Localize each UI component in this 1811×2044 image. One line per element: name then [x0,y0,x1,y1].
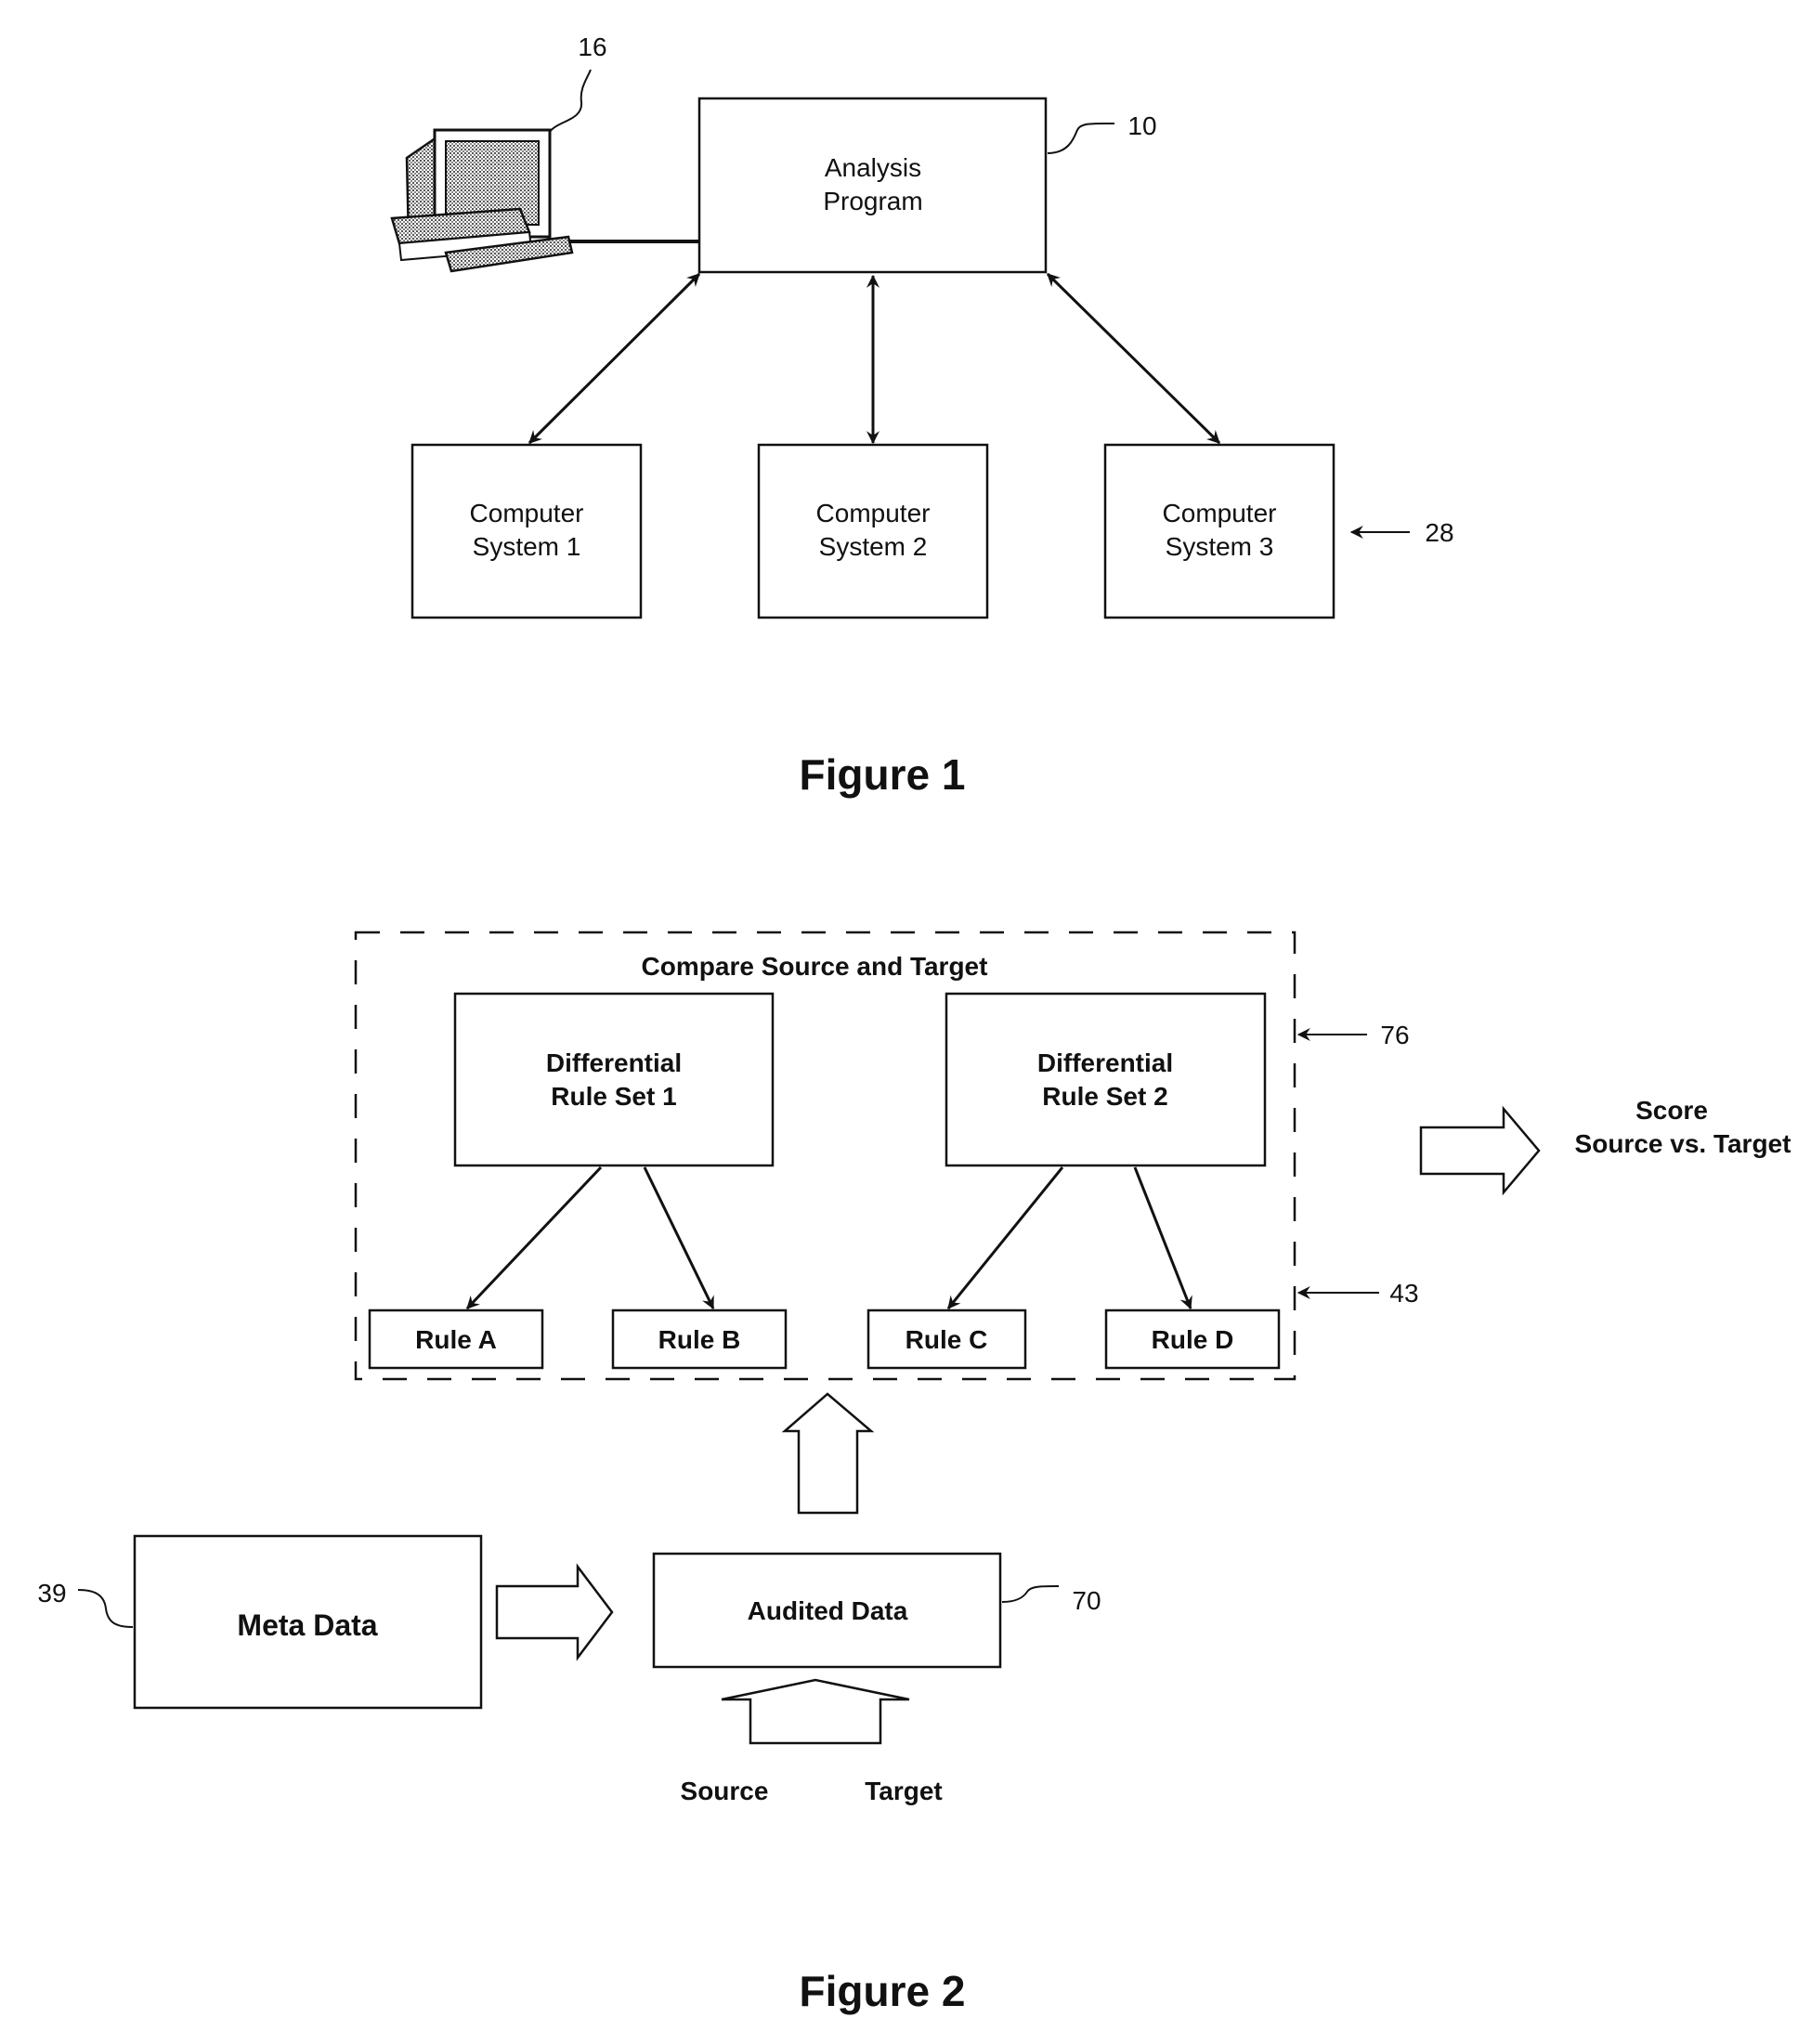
meta-data-box: Meta Data [133,1534,483,1710]
workstation-ref-leader [549,69,592,133]
rule-a-label: Rule A [415,1325,497,1354]
patent-drawing: 16 Analysis Program 10 Computer System 1… [37,33,1791,2015]
arrow-rule-set-1-to-rule-a [465,1165,603,1310]
figure-1: 16 Analysis Program 10 Computer System 1… [390,33,1454,799]
meta-to-audited-block-arrow [495,1563,614,1661]
rule-b-label: Rule B [658,1325,741,1354]
meta-data-ref-number: 39 [37,1579,66,1608]
audited-data-ref-leader [1001,1585,1060,1603]
audited-data-box: Audited Data [652,1552,1002,1669]
computer-system-2-line1: Computer [816,499,931,527]
score-label-line1: Score [1635,1096,1708,1125]
compare-group-ref-number: 76 [1380,1021,1409,1049]
arrow-rule-set-2-to-rule-d [1133,1166,1192,1310]
meta-data-ref-leader [77,1589,134,1628]
desktop-computer-icon [390,128,574,273]
analysis-program-box: Analysis Program [697,97,1048,274]
rule-d-label: Rule D [1152,1325,1234,1354]
differential-rule-set-1-box: Differential Rule Set 1 [453,992,775,1167]
source-target-input-block-arrow [721,1678,910,1745]
rule-c-label: Rule C [906,1325,988,1354]
computer-system-1-line1: Computer [470,499,584,527]
compare-group-title: Compare Source and Target [642,952,988,981]
analysis-program-label-line2: Program [823,187,922,215]
rule-c-box: Rule C [866,1308,1027,1370]
meta-data-label: Meta Data [237,1608,377,1642]
computer-system-3-line2: System 3 [1166,532,1274,561]
rule-set-1-line1: Differential [546,1048,682,1077]
arrow-rule-set-1-to-rule-b [643,1166,715,1310]
rule-b-box: Rule B [611,1308,788,1370]
rule-d-box: Rule D [1104,1308,1281,1370]
computer-system-1-box: Computer System 1 [410,443,643,619]
analysis-program-ref-leader [1047,122,1115,154]
audited-to-compare-block-arrow [781,1392,875,1515]
computer-system-2-line2: System 2 [819,532,928,561]
rule-a-box: Rule A [368,1308,544,1370]
rule-set-2-line1: Differential [1037,1048,1173,1077]
analysis-program-ref-number: 10 [1127,111,1156,140]
source-label: Source [681,1777,769,1805]
computer-system-3-line1: Computer [1163,499,1277,527]
arrow-rule-set-2-to-rule-c [946,1166,1064,1309]
analysis-program-label-line1: Analysis [825,153,921,182]
systems-ref-number: 28 [1425,518,1453,547]
figure-1-caption: Figure 1 [800,750,966,799]
score-label-line2: Source vs. Target [1575,1129,1791,1158]
computer-system-3-box: Computer System 3 [1103,443,1335,619]
audited-data-ref-number: 70 [1072,1586,1101,1615]
figure-2-caption: Figure 2 [800,1967,966,2015]
arrow-analysis-to-system-1 [528,272,701,445]
rule-set-2-line2: Rule Set 2 [1042,1082,1167,1111]
score-block-arrow [1419,1105,1541,1196]
workstation-ref-number: 16 [578,33,606,61]
audited-data-label: Audited Data [748,1596,908,1625]
rule-set-1-line2: Rule Set 1 [551,1082,676,1111]
target-label: Target [865,1777,943,1805]
rules-ref-number: 43 [1389,1279,1418,1308]
arrow-analysis-to-system-3 [1046,272,1221,445]
computer-system-1-line2: System 1 [473,532,581,561]
differential-rule-set-2-box: Differential Rule Set 2 [945,992,1267,1167]
computer-system-2-box: Computer System 2 [757,443,989,619]
figure-2: Compare Source and Target Differential R… [37,931,1791,2015]
